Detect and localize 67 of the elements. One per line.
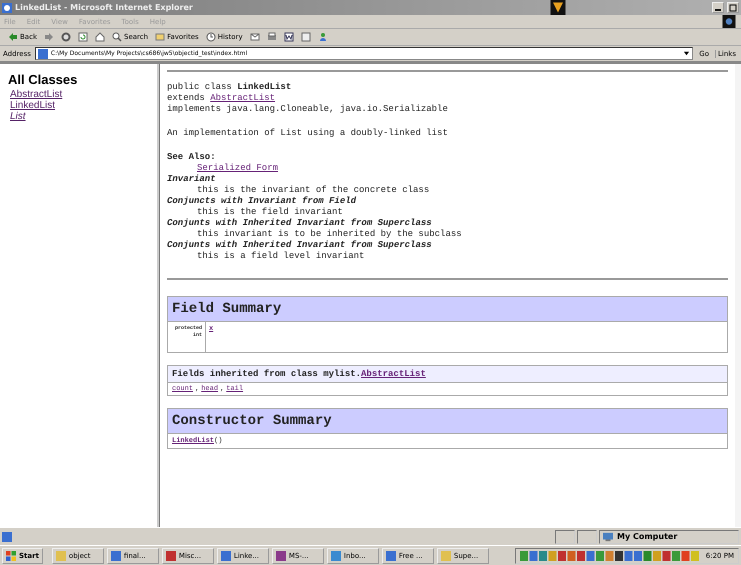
person-icon	[318, 32, 328, 42]
tray-icons-drawing[interactable]	[520, 550, 700, 560]
class-link[interactable]: AbstractList	[8, 89, 62, 100]
maximize-icon	[729, 4, 737, 12]
declaration-line: extends AbstractList	[167, 93, 276, 104]
clock-icon	[206, 32, 216, 42]
page-icon	[2, 532, 12, 542]
minimize-icon	[715, 9, 721, 11]
class-link[interactable]: AbstractList	[210, 93, 276, 103]
stop-icon	[61, 32, 71, 42]
app-icon	[56, 550, 66, 560]
forward-arrow-icon	[44, 32, 54, 42]
class-link[interactable]: List	[8, 111, 26, 122]
class-link[interactable]: AbstractList	[361, 369, 426, 379]
windows-logo-icon	[6, 550, 16, 560]
declaration-line: public class LinkedList	[167, 82, 292, 93]
back-arrow-icon	[8, 32, 18, 42]
app-icon	[330, 550, 341, 560]
description-text: An implementation of List using a doubly-linked list	[167, 128, 448, 139]
tag-text: this is the field invariant	[196, 207, 343, 218]
app-icon	[276, 550, 286, 560]
tag-text: this invariant is to be inherited by the subclass	[196, 229, 462, 240]
scrollbar[interactable]	[735, 64, 741, 527]
browser-icon	[2, 2, 12, 12]
window-title: LinkedList - Microsoft Internet Explorer	[15, 3, 193, 12]
app-icon	[440, 550, 451, 560]
status-panel	[555, 530, 575, 544]
table-header: Constructor Summary	[168, 409, 727, 434]
app-icon	[220, 550, 231, 560]
dropdown-arrow-icon[interactable]	[683, 50, 690, 57]
tag-heading: Conjunts with Inherited Invariant from Superclass	[167, 240, 432, 251]
declaration-line: implements java.lang.Cloneable, java.io.Serializable	[167, 104, 448, 115]
tag-heading: Invariant	[167, 174, 216, 185]
status-panel	[577, 530, 597, 544]
table-header: Field Summary	[168, 297, 727, 322]
page-icon	[38, 48, 48, 58]
serialized-form-link[interactable]: Serialized Form	[197, 163, 278, 173]
refresh-icon	[78, 32, 88, 42]
class-link[interactable]: LinkedList	[8, 100, 56, 111]
shield-icon	[550, 0, 566, 15]
page-icon	[300, 32, 311, 42]
home-button[interactable]	[93, 30, 107, 44]
app-icon	[110, 550, 121, 560]
mail-icon	[250, 32, 260, 42]
windows-logo-icon	[721, 15, 737, 28]
printer-icon	[266, 32, 277, 42]
zone-panel: My Computer	[599, 530, 739, 544]
page-button[interactable]	[298, 30, 313, 44]
stop-button[interactable]	[59, 30, 73, 44]
folder-icon	[155, 32, 166, 42]
computer-icon	[603, 532, 613, 542]
tag-heading: Conjunts with Inherited Invariant from Superclass	[167, 218, 432, 229]
frame-heading: All Classes	[8, 72, 78, 87]
see-also-label: See Also:	[167, 152, 216, 163]
document-icon	[284, 32, 294, 42]
maximize-button[interactable]	[727, 2, 739, 13]
tag-text: this is the invariant of the concrete class	[196, 185, 430, 196]
app-icon	[166, 550, 176, 560]
minimize-button[interactable]	[712, 2, 724, 13]
home-icon	[95, 32, 105, 42]
tag-heading: Conjuncts with Invariant from Field	[167, 196, 356, 207]
refresh-button[interactable]	[76, 30, 90, 44]
tag-text: this is a field level invariant	[196, 251, 364, 262]
app-icon	[386, 550, 396, 560]
search-icon	[112, 32, 122, 42]
document-button[interactable]	[282, 30, 296, 44]
inherited-header: Fields inherited from class mylist.AbstractList	[168, 366, 727, 383]
